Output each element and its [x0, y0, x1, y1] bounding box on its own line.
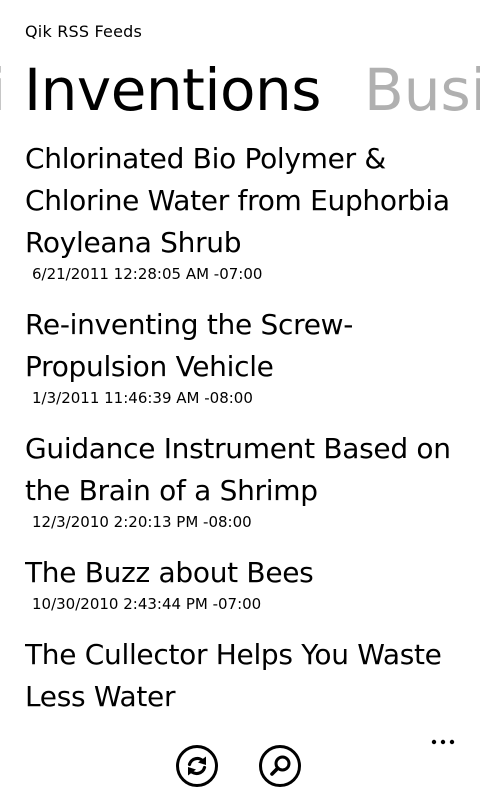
feed-item-title-line: Chlorinated Bio Polymer &	[25, 142, 386, 175]
feed-item-title-line: Propulsion Vehicle	[25, 350, 274, 383]
feed-list: Chlorinated Bio Polymer & Chlorine Water…	[25, 138, 465, 730]
refresh-icon	[176, 745, 218, 787]
feed-item-title-line: Guidance Instrument Based on	[25, 432, 451, 465]
feed-item[interactable]: Re-inventing the Screw- Propulsion Vehic…	[25, 304, 465, 408]
feed-item[interactable]: The Buzz about Bees 10/30/2010 2:43:44 P…	[25, 552, 465, 614]
feed-item-date: 12/3/2010 2:20:13 PM -08:00	[32, 513, 252, 531]
feed-item[interactable]: Guidance Instrument Based on the Brain o…	[25, 428, 465, 532]
feed-item-title[interactable]: Guidance Instrument Based on the Brain o…	[25, 428, 465, 512]
feed-item-title[interactable]: Re-inventing the Screw- Propulsion Vehic…	[25, 304, 465, 388]
ellipsis-icon	[431, 739, 455, 745]
feed-item-title-line: Chlorine Water from Euphorbia	[25, 184, 450, 217]
pivot-header-current[interactable]: Inventions	[24, 52, 321, 128]
feed-item-title[interactable]: Chlorinated Bio Polymer & Chlorine Water…	[25, 138, 465, 264]
pivot-header-next[interactable]: Busi	[364, 52, 480, 128]
feed-item-date: 6/21/2011 12:28:05 AM -07:00	[32, 265, 263, 283]
feed-item-date: 10/30/2010 2:43:44 PM -07:00	[32, 595, 262, 613]
feed-item-title[interactable]: The Buzz about Bees	[25, 552, 465, 594]
pivot-header: i Inventions Busi	[0, 52, 480, 132]
feed-item[interactable]: The Cullector Helps You Waste Less Water	[25, 634, 465, 718]
search-icon	[259, 745, 301, 787]
feed-item-title-line: the Brain of a Shrimp	[25, 474, 318, 507]
pivot-header-previous[interactable]: i	[0, 52, 6, 128]
more-options-button[interactable]	[428, 732, 462, 752]
feed-item-title-line: The Cullector Helps You Waste	[25, 638, 442, 671]
refresh-button[interactable]	[175, 744, 219, 788]
feed-item-title[interactable]: The Cullector Helps You Waste Less Water	[25, 634, 465, 718]
feed-item[interactable]: Chlorinated Bio Polymer & Chlorine Water…	[25, 138, 465, 284]
feed-item-title-line: The Buzz about Bees	[25, 556, 314, 589]
search-button[interactable]	[258, 744, 302, 788]
feed-item-title-line: Royleana Shrub	[25, 226, 242, 259]
feed-item-title-line: Re-inventing the Screw-	[25, 308, 354, 341]
feed-item-date: 1/3/2011 11:46:39 AM -08:00	[32, 389, 253, 407]
app-title: Qik RSS Feeds	[25, 22, 143, 41]
app-bar	[0, 730, 480, 800]
feed-item-title-line: Less Water	[25, 680, 176, 713]
